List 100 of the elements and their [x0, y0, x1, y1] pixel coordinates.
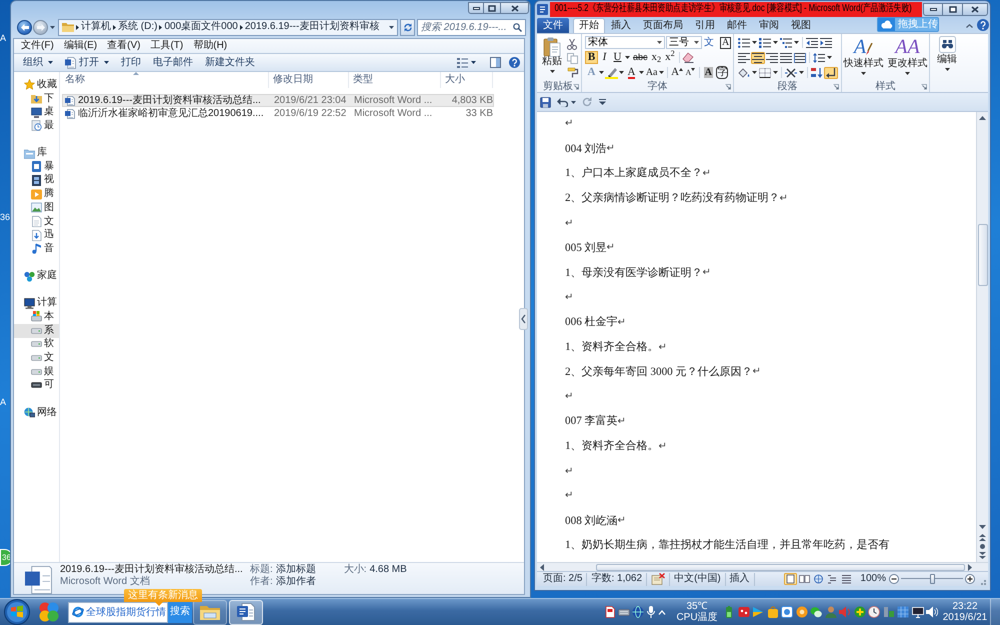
petals-icon[interactable]: [38, 601, 60, 623]
web-layout-icon[interactable]: [812, 573, 826, 585]
nav-item[interactable]: 系: [14, 324, 59, 338]
line-spacing-icon[interactable]: [812, 52, 826, 64]
column-header[interactable]: 大小: [441, 72, 493, 88]
breadcrumb-item[interactable]: 系统 (D:): [118, 22, 158, 32]
breadcrumb-item[interactable]: 计算机: [81, 22, 111, 32]
slider-thumb[interactable]: [930, 574, 934, 584]
taskbar-button[interactable]: [229, 600, 263, 624]
menu-item[interactable]: 编辑(E): [58, 40, 102, 52]
nav-item[interactable]: 娱: [14, 364, 59, 379]
zoom-in-icon[interactable]: [965, 574, 975, 584]
menu-item[interactable]: 帮助(H): [188, 40, 232, 52]
align-right-icon[interactable]: [765, 52, 779, 64]
caret-icon[interactable]: [794, 41, 799, 44]
column-header[interactable]: 类型: [349, 72, 441, 88]
arrow-left-icon[interactable]: [540, 564, 544, 570]
nav-item[interactable]: 桌: [14, 105, 59, 120]
scrollbar-thumb[interactable]: [596, 564, 965, 570]
close-button[interactable]: [962, 2, 988, 16]
nav-item[interactable]: 腾: [14, 187, 59, 201]
menu-item[interactable]: 文件(F): [16, 40, 59, 52]
nav-item[interactable]: 本: [14, 310, 59, 324]
nav-item[interactable]: 软: [14, 338, 59, 352]
close-button[interactable]: [500, 2, 529, 14]
undo-icon[interactable]: [557, 98, 568, 106]
nav-item[interactable]: 可: [14, 378, 59, 392]
taskbar-button[interactable]: [193, 600, 227, 624]
address-bar[interactable]: 计算机 系统 (D:) 000桌面文件000 2019.6.19---麦田计划资料审核: [58, 18, 398, 36]
caret-icon[interactable]: [799, 71, 804, 74]
underline-button[interactable]: U: [611, 51, 624, 64]
caret-icon[interactable]: [827, 56, 832, 59]
ribbon-tab[interactable]: 视图: [785, 18, 817, 33]
status-item[interactable]: 中文(中国): [670, 572, 726, 586]
help-icon[interactable]: [977, 19, 989, 31]
quick-styles-button[interactable]: A 快速样式: [843, 35, 884, 81]
multilevel-list-icon[interactable]: [779, 36, 793, 48]
font-size-field[interactable]: 三号: [666, 36, 702, 49]
refresh-button[interactable]: [400, 18, 415, 36]
ribbon-tab[interactable]: 引用: [689, 18, 721, 33]
search-field[interactable]: 全球股指期货行情: [68, 602, 168, 622]
caret-icon[interactable]: [773, 41, 778, 44]
show-desktop-button[interactable]: [990, 599, 1000, 625]
launcher-icon[interactable]: [725, 84, 731, 90]
scissors-icon[interactable]: [567, 39, 577, 50]
dice-icon[interactable]: [738, 606, 750, 618]
ribbon-tab[interactable]: 插入: [605, 18, 637, 33]
battery-icon[interactable]: [723, 606, 735, 618]
toolbar-button[interactable]: 打开: [59, 54, 115, 71]
nav-item[interactable]: 文: [14, 351, 59, 365]
enclose-characters-button[interactable]: 字: [714, 66, 730, 79]
caret-icon[interactable]: [599, 71, 604, 74]
breadcrumb-item[interactable]: 000桌面文件000: [164, 22, 238, 32]
align-center-icon[interactable]: [751, 52, 765, 64]
nav-item[interactable]: 库: [14, 146, 59, 160]
caret-icon[interactable]: [773, 71, 778, 74]
ribbon-tab[interactable]: 邮件: [721, 18, 753, 33]
zoom-level-button[interactable]: 100%: [857, 572, 889, 586]
help-icon[interactable]: [509, 57, 520, 68]
status-item[interactable]: 页面: 2/5: [539, 572, 588, 586]
shrink-font-button[interactable]: A: [684, 66, 697, 79]
keyboard-icon[interactable]: [618, 608, 630, 616]
document-icon[interactable]: [604, 606, 616, 618]
save-icon[interactable]: [540, 96, 551, 108]
superscript-button[interactable]: x$^{2}$: [663, 51, 677, 64]
launcher-icon[interactable]: [921, 84, 927, 90]
italic-button[interactable]: I: [598, 51, 611, 64]
caret-icon[interactable]: [50, 26, 55, 28]
sort-icon[interactable]: [810, 66, 824, 78]
file-tab[interactable]: 文件: [537, 18, 569, 33]
nav-item[interactable]: 家庭: [14, 269, 59, 283]
toolbar-button[interactable]: 新建文件夹: [199, 54, 261, 71]
caret-icon[interactable]: [752, 41, 757, 44]
caret-icon[interactable]: [659, 71, 664, 74]
nav-item[interactable]: 迅: [14, 228, 59, 242]
eraser-icon[interactable]: [682, 52, 694, 63]
grow-font-button[interactable]: A: [670, 66, 684, 79]
dot-icon[interactable]: [980, 544, 985, 549]
caret-icon[interactable]: [571, 100, 576, 104]
paste-button[interactable]: 粘贴: [540, 37, 564, 81]
back-button[interactable]: [17, 20, 32, 34]
ribbon-tab[interactable]: 审阅: [753, 18, 785, 33]
search-field[interactable]: 搜索 2019.6.19---...: [417, 18, 526, 36]
font-color-button[interactable]: A: [625, 66, 638, 79]
arrow-up-icon[interactable]: [979, 116, 986, 120]
book-x-icon[interactable]: [651, 573, 666, 585]
justify-icon[interactable]: [779, 52, 793, 64]
menu-item[interactable]: 工具(T): [145, 40, 188, 52]
bag-icon[interactable]: [766, 606, 778, 618]
character-border-button[interactable]: A: [718, 36, 734, 49]
editing-button[interactable]: 编辑: [930, 36, 964, 71]
breadcrumb-item[interactable]: 2019.6.19---麦田计划资料审核: [244, 22, 380, 32]
bulleted-list-icon[interactable]: [737, 36, 751, 48]
microphone-icon[interactable]: [646, 606, 656, 618]
nav-item[interactable]: 计算: [14, 296, 59, 310]
numbered-list-icon[interactable]: [758, 36, 772, 48]
minimize-button[interactable]: [923, 2, 943, 16]
globe-icon[interactable]: [632, 606, 644, 618]
file-row[interactable]: 2019.6.19---麦田计划资料审核活动总结... 2019/6/21 23:04 Microsoft Word ... 4,803 KB: [62, 94, 494, 107]
caret-icon[interactable]: [639, 71, 644, 74]
